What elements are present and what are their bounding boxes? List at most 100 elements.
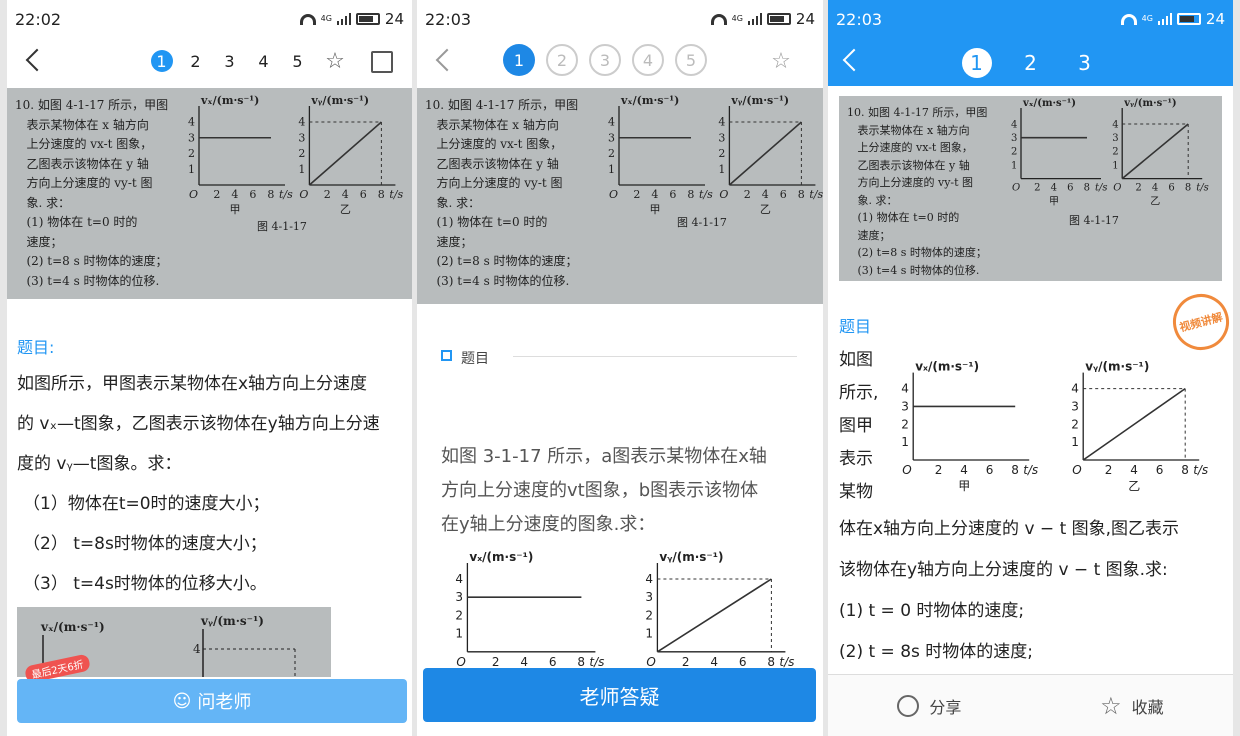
page-2[interactable]: 2 bbox=[185, 50, 207, 72]
y-tick-label: 2 bbox=[188, 147, 195, 160]
question-label: 题目 bbox=[461, 351, 489, 367]
answer-left-ylabel: vₓ/(m·s⁻¹) bbox=[40, 620, 105, 634]
teacher-answer-button[interactable]: 老师答疑 bbox=[423, 668, 816, 722]
star-icon[interactable]: ☆ bbox=[323, 50, 347, 74]
y-tick-label: 1 bbox=[901, 435, 909, 449]
page-selector: 12345 bbox=[417, 44, 823, 76]
x-tick-label: 8 bbox=[1011, 463, 1019, 477]
lte-icon: 4G bbox=[320, 14, 332, 23]
back-icon[interactable] bbox=[25, 48, 49, 72]
x-tick-label: 8 bbox=[687, 188, 694, 201]
battery-icon bbox=[1176, 13, 1201, 25]
page-2[interactable]: 2 bbox=[1016, 48, 1046, 78]
y-tick-label: 3 bbox=[718, 131, 725, 144]
text-line: 方向上分速度的vt图象，b图表示该物体 bbox=[441, 480, 759, 501]
wifi-icon bbox=[299, 13, 316, 25]
graph-caption: 甲 bbox=[1049, 197, 1059, 208]
side-text: 如图 所示, 图甲 表示 某物 bbox=[839, 344, 878, 509]
page-1[interactable]: 1 bbox=[503, 44, 535, 76]
y-tick-label: 3 bbox=[298, 131, 305, 144]
share-icon bbox=[897, 694, 920, 717]
y-axis-label: vₓ/(m·s⁻¹) bbox=[620, 94, 679, 107]
page-3[interactable]: 3 bbox=[589, 44, 621, 76]
photo-text: 10. 如图 4-1-17 所示，甲图 表示某物体在 x 轴方向 上分速度的 v… bbox=[425, 98, 579, 288]
y-axis-label: vₓ/(m·s⁻¹) bbox=[469, 550, 533, 564]
checkbox-icon[interactable] bbox=[441, 350, 452, 361]
y-tick-label: 2 bbox=[718, 147, 725, 160]
y-axis-label: vₓ/(m·s⁻¹) bbox=[200, 94, 259, 107]
x-tick-label: 4 bbox=[762, 188, 769, 201]
page-4[interactable]: 4 bbox=[632, 44, 664, 76]
nav-bar: 12345 ☆ bbox=[7, 38, 412, 86]
nav-bar: 123 bbox=[828, 38, 1233, 86]
y-tick-label: 3 bbox=[1112, 133, 1118, 144]
text-line: 体在x轴方向上分速度的 v − t 图象,图乙表示 bbox=[839, 519, 1180, 539]
text-line: 所示, bbox=[839, 383, 879, 403]
graph-caption: 甲 bbox=[230, 203, 241, 216]
y-tick-label: 4 bbox=[1071, 382, 1079, 396]
graph-caption: 甲 bbox=[650, 203, 661, 216]
graph-caption: 乙 bbox=[1128, 479, 1140, 493]
lte-icon: 4G bbox=[1141, 14, 1153, 23]
origin-label: O bbox=[189, 188, 198, 201]
y-tick-label: 2 bbox=[608, 147, 615, 160]
star-icon: ☆ bbox=[1100, 691, 1122, 720]
x-axis-label: t/s bbox=[1095, 183, 1108, 194]
question-photo: 10. 如图 4-1-17 所示，甲图 表示某物体在 x 轴方向 上分速度的 v… bbox=[417, 88, 823, 304]
text-line: 的 vₓ—t图象，乙图表示该物体在y轴方向上分速 bbox=[17, 414, 380, 434]
page-3[interactable]: 3 bbox=[1070, 48, 1100, 78]
bottom-bar: 分享 ☆ 收藏 bbox=[828, 674, 1233, 736]
graph-caption: 甲 bbox=[958, 479, 970, 493]
status-time: 22:03 bbox=[836, 9, 883, 29]
text-line: 某物 bbox=[839, 482, 873, 502]
y-tick-label: 4 bbox=[608, 116, 615, 129]
battery-icon bbox=[766, 13, 791, 25]
question-text: 如图所示，甲图表示某物体在x轴方向上分速度 的 vₓ—t图象，乙图表示该物体在y… bbox=[17, 364, 407, 604]
question-text: 如图 3-1-17 所示，a图表示某物体在x轴 方向上分速度的vt图象，b图表示… bbox=[441, 440, 811, 542]
photo-caption: 图 4-1-17 bbox=[677, 216, 727, 229]
x-axis-label: t/s bbox=[389, 188, 403, 201]
ask-teacher-label: 问老师 bbox=[197, 692, 252, 713]
page-5[interactable]: 5 bbox=[675, 44, 707, 76]
battery-level: 24 bbox=[384, 10, 404, 28]
nav-bar: 12345 ☆ bbox=[417, 38, 823, 86]
graphs-figure: vₓ/(m·s⁻¹) t/s O 2 4 6 8 1 2 3 4 vᵧ/(m·s⁻¹) t/s O 2 4 6 8… bbox=[455, 550, 794, 669]
y-tick-label: 4 bbox=[1112, 119, 1118, 130]
page-3[interactable]: 3 bbox=[219, 50, 241, 72]
x-tick-label: 2 bbox=[682, 655, 690, 669]
page-4[interactable]: 4 bbox=[253, 50, 275, 72]
share-icon[interactable] bbox=[371, 51, 393, 73]
status-time: 22:02 bbox=[15, 9, 62, 29]
star-icon[interactable]: ☆ bbox=[769, 50, 793, 74]
x-tick-label: 4 bbox=[1130, 463, 1138, 477]
screen-1: 22:02 4G 24 12345 ☆ 10. 如图 4-1-17 所示，甲图 … bbox=[7, 0, 412, 736]
page-1[interactable]: 1 bbox=[961, 48, 992, 78]
x-tick-label: 4 bbox=[520, 655, 528, 669]
photo-text: 10. 如图 4-1-17 所示，甲图 表示某物体在 x 轴方向 上分速度的 v… bbox=[15, 98, 169, 288]
page-2[interactable]: 2 bbox=[546, 44, 578, 76]
favorite-button[interactable]: ☆ 收藏 bbox=[1100, 692, 1164, 720]
ask-teacher-button[interactable]: ☺ 问老师 bbox=[17, 679, 407, 723]
text-line: 该物体在y轴方向上分速度的 v − t 图象.求: bbox=[839, 560, 1168, 580]
battery-level: 24 bbox=[795, 10, 815, 28]
status-time: 22:03 bbox=[425, 9, 472, 29]
origin-label: O bbox=[1012, 183, 1020, 194]
share-button[interactable]: 分享 bbox=[897, 694, 961, 718]
signal-icon bbox=[336, 13, 351, 25]
x-axis-label: t/s bbox=[699, 188, 713, 201]
y-axis-label: vₓ/(m·s⁻¹) bbox=[1022, 98, 1076, 109]
battery-icon bbox=[355, 13, 380, 25]
favorite-label: 收藏 bbox=[1131, 697, 1164, 717]
x-tick-label: 4 bbox=[960, 463, 968, 477]
origin-label: O bbox=[1072, 463, 1081, 477]
signal-icon bbox=[747, 13, 762, 25]
x-tick-label: 6 bbox=[739, 655, 747, 669]
page-1[interactable]: 1 bbox=[150, 50, 173, 72]
photo-caption: 图 4-1-17 bbox=[1069, 214, 1119, 227]
y-tick-label: 1 bbox=[1112, 160, 1118, 171]
x-tick-label: 8 bbox=[378, 188, 385, 201]
question-text: 体在x轴方向上分速度的 v − t 图象,图乙表示 该物体在y轴方向上分速度的 … bbox=[839, 509, 1229, 673]
graph-caption: 乙 bbox=[760, 203, 771, 216]
page-5[interactable]: 5 bbox=[287, 50, 309, 72]
x-axis-label: t/s bbox=[1193, 463, 1208, 477]
